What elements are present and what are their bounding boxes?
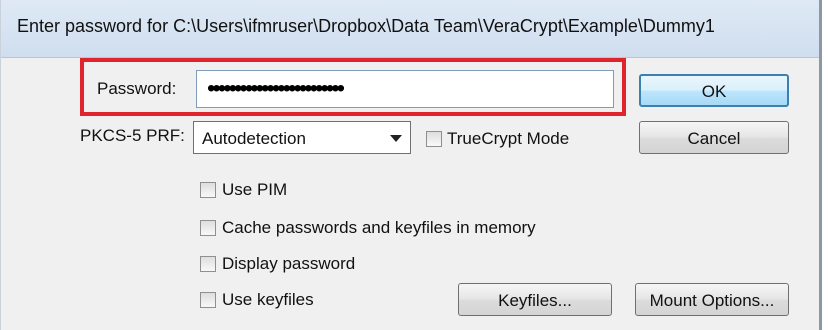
use-keyfiles-label: Use keyfiles <box>222 290 314 309</box>
use-pim-label: Use PIM <box>222 180 288 199</box>
cancel-button[interactable]: Cancel <box>639 121 789 154</box>
prf-selected-value: Autodetection <box>202 129 306 148</box>
cache-passwords-checkbox[interactable] <box>200 220 216 236</box>
keyfiles-button[interactable]: Keyfiles... <box>458 283 612 316</box>
password-dialog: Enter password for C:\Users\ifmruser\Dro… <box>0 0 822 330</box>
prf-select[interactable]: Autodetection <box>193 121 411 154</box>
truecrypt-mode-checkbox[interactable] <box>426 131 442 147</box>
ok-button[interactable]: OK <box>639 74 789 107</box>
prf-label: PKCS-5 PRF: <box>80 126 185 145</box>
display-password-label: Display password <box>222 254 356 273</box>
truecrypt-mode-label: TrueCrypt Mode <box>447 129 570 148</box>
display-password-checkbox[interactable] <box>200 256 216 272</box>
title-bar[interactable]: Enter password for C:\Users\ifmruser\Dro… <box>1 0 819 58</box>
chevron-down-icon <box>390 135 402 142</box>
cache-passwords-label: Cache passwords and keyfiles in memory <box>222 218 536 237</box>
dialog-title: Enter password for C:\Users\ifmruser\Dro… <box>17 16 715 36</box>
password-highlight-box <box>80 58 626 116</box>
use-pim-checkbox[interactable] <box>200 182 216 198</box>
mount-options-button[interactable]: Mount Options... <box>635 283 789 316</box>
use-keyfiles-checkbox[interactable] <box>200 292 216 308</box>
